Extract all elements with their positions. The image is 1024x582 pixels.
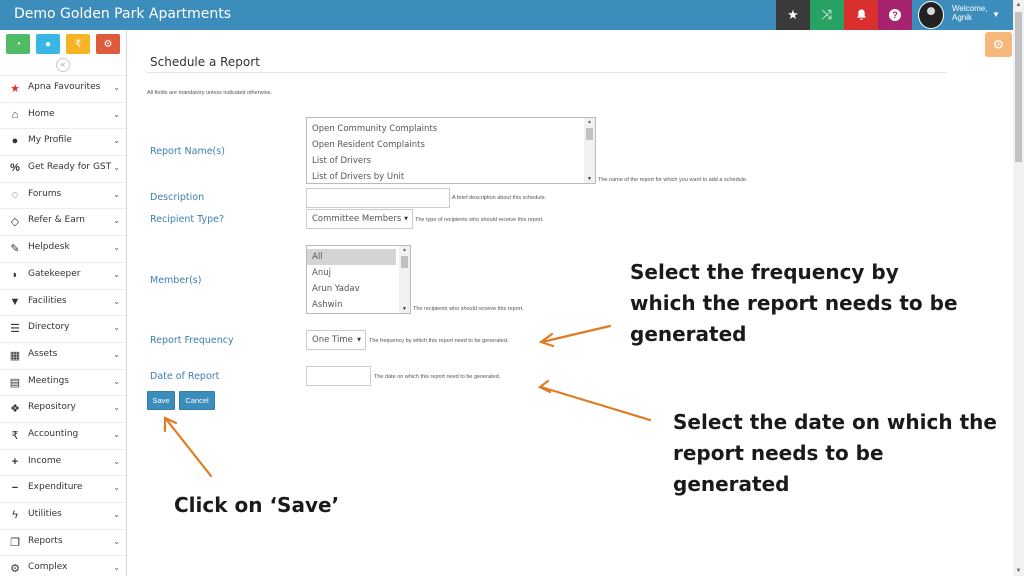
scroll-down-icon[interactable]: ▼ bbox=[1013, 568, 1024, 574]
scroll-thumb[interactable] bbox=[1015, 12, 1022, 162]
annotation-arrows bbox=[163, 324, 652, 478]
date-arrowhead bbox=[537, 379, 552, 394]
date-arrow bbox=[539, 385, 652, 422]
scroll-up-icon[interactable]: ▲ bbox=[1013, 2, 1024, 8]
save-arrow bbox=[164, 417, 213, 478]
page-scrollbar[interactable]: ▲ ▼ bbox=[1013, 0, 1024, 576]
